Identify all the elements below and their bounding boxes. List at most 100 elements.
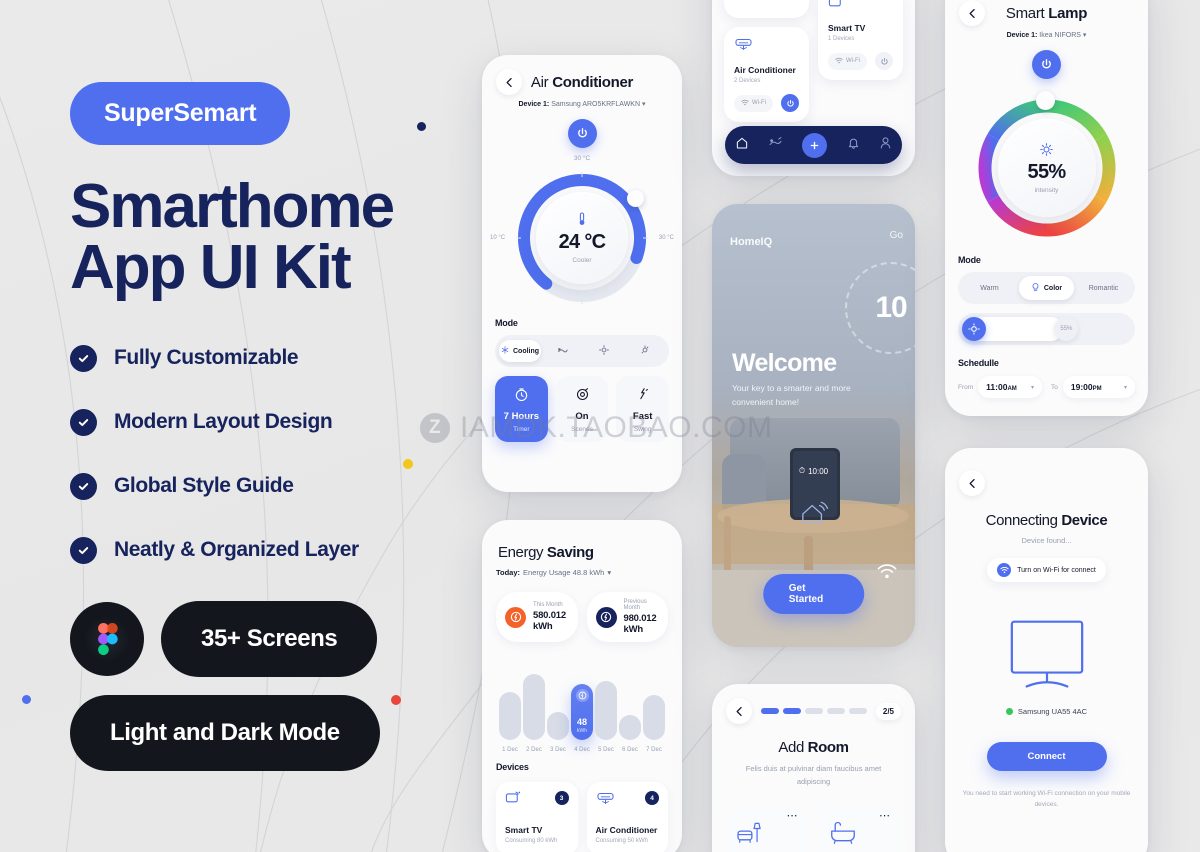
schedule-section-label: Schedulle	[958, 358, 999, 368]
lamp-mode-segmented-control[interactable]: Warm Color Romantic	[958, 272, 1135, 304]
wifi-chip: Wi-Fi	[734, 94, 773, 112]
tile-scenes[interactable]: On Scenes	[555, 376, 609, 442]
bar-column[interactable]: 7 Dec	[642, 695, 666, 753]
bar[interactable]	[499, 692, 521, 740]
connecting-note: You need to start working Wi-Fi connecti…	[962, 790, 1131, 809]
step-dot	[848, 708, 867, 714]
from-time-picker[interactable]: 11:00AM ▾	[978, 376, 1042, 398]
plus-icon[interactable]	[802, 132, 828, 158]
bar[interactable]	[643, 695, 665, 740]
bedroom-icon	[829, 821, 857, 849]
bar-column[interactable]: 6 Dec	[618, 715, 642, 753]
home-card-air-conditioner[interactable]: Air Conditioner 2 Devices Wi-Fi	[724, 27, 809, 122]
bar-category-label: 3 Dec	[550, 747, 566, 753]
check-icon	[70, 408, 97, 436]
back-arrow-icon[interactable]	[959, 470, 985, 496]
power-icon[interactable]	[1032, 50, 1061, 79]
device-selector[interactable]: Device 1: Ikea NIFORS ▾	[945, 31, 1148, 39]
device-card-smart-tv[interactable]: 3 Smart TV Consuming 80 kWh	[496, 782, 578, 852]
bar[interactable]	[619, 715, 641, 740]
temperature-dial[interactable]: 24 °C Cooler 10 °C 30 °C	[490, 168, 674, 308]
bar-column[interactable]: 2 Dec	[522, 674, 546, 753]
badge-row-mode: Light and Dark Mode	[70, 694, 470, 771]
bar[interactable]	[547, 712, 569, 740]
color-knob[interactable]	[1035, 91, 1055, 110]
title-thin: Energy	[498, 544, 547, 561]
usage-caption: This Month	[533, 602, 563, 608]
page-title: Energy Saving	[496, 544, 668, 561]
welcome-title: Welcome	[732, 349, 837, 377]
feature-label: Fully Customizable	[114, 346, 299, 369]
connect-button[interactable]: Connect	[986, 742, 1107, 771]
ellipsis-icon[interactable]: ⋯	[736, 810, 799, 820]
mode-label: Romantic	[1088, 284, 1119, 292]
wifi-hint-text: Turn on Wi-Fi for connect	[1017, 566, 1096, 574]
status-dot-icon	[1005, 708, 1013, 715]
user-icon[interactable]	[879, 136, 892, 155]
bell-icon[interactable]	[847, 136, 860, 155]
mode-segmented-control[interactable]: Cooling	[495, 335, 669, 367]
page-title: Smart Lamp	[959, 5, 1134, 22]
home-device-grid: Smart Lamp Wi-Fi	[712, 0, 915, 122]
mode-option-cooling[interactable]: Cooling	[499, 340, 542, 362]
tile-timer[interactable]: 7 Hours Timer	[495, 376, 548, 442]
power-icon[interactable]	[567, 119, 597, 148]
mode-option-romantic[interactable]: Romantic	[1076, 279, 1131, 298]
to-time: 19:00	[1070, 382, 1093, 392]
device-selector[interactable]: Device 1: Samsung ARO5KRFLAWKN ▾	[482, 100, 682, 108]
mode-option-warm[interactable]: Warm	[962, 279, 1017, 298]
device-count-badge: 3	[554, 791, 569, 805]
home-card-name: Air Conditioner	[734, 65, 796, 75]
color-wheel-dial[interactable]: 55% intensity	[972, 91, 1122, 243]
device-label: Device 1:	[1006, 32, 1038, 39]
dry-icon	[640, 345, 650, 357]
go-link[interactable]: Go	[890, 230, 903, 241]
room-card-bedroom[interactable]: ⋯ Bedroom	[818, 804, 901, 852]
mode-label: Cooling	[513, 347, 540, 355]
today-usage-selector[interactable]: Today: Energy Usage 48.8 kWh ▾	[496, 568, 668, 577]
chevron-down-icon: ▾	[641, 101, 646, 108]
home-icon[interactable]	[735, 136, 749, 155]
device-value: Samsung ARO5KRFLAWKN	[551, 101, 641, 108]
to-meridiem: PM	[1092, 386, 1102, 392]
bar-highlighted[interactable]: 48 kWh	[571, 684, 593, 740]
bar-column[interactable]: 3 Dec	[546, 712, 570, 753]
mode-option-sun[interactable]	[584, 339, 623, 363]
power-toggle[interactable]	[781, 94, 799, 112]
dial-value: 55%	[1027, 160, 1067, 183]
schedule-from: From 11:00AM ▾	[958, 376, 1042, 398]
get-started-button[interactable]: Get Started	[762, 574, 865, 614]
air-conditioner-header: Air Conditioner	[482, 55, 682, 95]
dial-knob[interactable]	[627, 190, 644, 207]
home-card-smart-lamp[interactable]: Smart Lamp Wi-Fi	[724, 0, 809, 18]
brightness-slider[interactable]: 55%	[958, 313, 1135, 345]
mode-option-color[interactable]: Color	[1019, 276, 1074, 300]
slider-thumb[interactable]: 55%	[1054, 317, 1079, 341]
bar-value: 48	[576, 717, 587, 727]
top-temp-label: 30 °C	[573, 155, 591, 162]
bar-column[interactable]: 48 kWh 4 Dec	[570, 684, 594, 753]
home-card-smart-tv[interactable]: Smart TV 1 Devices Wi-Fi	[818, 0, 903, 80]
back-arrow-icon[interactable]	[726, 698, 752, 724]
usage-card-previous-month[interactable]: Previous Month 980.012 kWh	[586, 592, 668, 642]
ac-icon	[734, 38, 753, 56]
mode-option-fan[interactable]	[543, 340, 582, 363]
device-consumption: Consuming 80 kWh	[505, 838, 558, 844]
devices-icon[interactable]	[768, 136, 783, 155]
wifi-icon	[877, 564, 897, 585]
energy-bar-chart: 1 Dec 2 Dec 3 Dec 48 kWh 4 Dec 5 Dec 6 Dec 7 Dec	[496, 658, 668, 753]
wifi-chip: Wi-Fi	[828, 52, 867, 70]
power-toggle[interactable]	[875, 52, 893, 70]
device-card-air-conditioner[interactable]: 4 Air Conditioner Consuming 50 kWh	[586, 782, 668, 852]
usage-card-this-month[interactable]: This Month 580.012 kWh	[496, 592, 578, 642]
bar[interactable]	[523, 674, 545, 740]
to-time-picker[interactable]: 19:00PM ▾	[1062, 376, 1135, 398]
ellipsis-icon[interactable]: ⋯	[829, 810, 892, 820]
bar-column[interactable]: 1 Dec	[498, 692, 522, 753]
bar[interactable]	[595, 681, 617, 740]
mode-badge: Light and Dark Mode	[70, 694, 380, 771]
tile-swing[interactable]: Fast Swing	[616, 376, 670, 442]
mode-option-dry[interactable]	[626, 339, 665, 363]
bar-column[interactable]: 5 Dec	[594, 681, 618, 753]
room-card-living-room[interactable]: ⋯ Living Room	[726, 804, 809, 852]
